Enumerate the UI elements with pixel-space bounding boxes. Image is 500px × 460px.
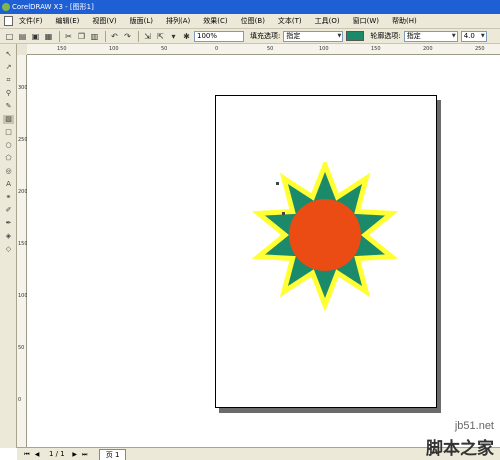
menu-tools[interactable]: 工具(O) bbox=[315, 16, 340, 26]
fill-options-select[interactable]: 指定 bbox=[283, 30, 344, 42]
document-icon[interactable] bbox=[4, 16, 13, 26]
toolbar-separator bbox=[105, 30, 106, 42]
basic-shapes-tool-icon[interactable]: ◎ bbox=[3, 167, 14, 176]
app-launcher-icon[interactable]: ▾ bbox=[168, 31, 179, 42]
shape-tool-icon[interactable]: ↗ bbox=[3, 63, 14, 72]
save-icon[interactable]: ▣ bbox=[30, 31, 41, 42]
selection-handle[interactable] bbox=[276, 182, 279, 185]
title-bar: CorelDRAW X3 - [图形1] bbox=[0, 0, 500, 14]
fill-color-swatch[interactable] bbox=[346, 31, 365, 41]
ellipse-tool-icon[interactable]: ○ bbox=[3, 141, 14, 150]
ruler-label: 250 bbox=[475, 46, 485, 52]
ruler-label: 50 bbox=[18, 345, 25, 351]
rectangle-tool-icon[interactable]: □ bbox=[3, 128, 14, 137]
star-drawing[interactable] bbox=[250, 162, 400, 312]
new-document-icon[interactable]: □ bbox=[4, 31, 15, 42]
menu-arrange[interactable]: 排列(A) bbox=[166, 16, 190, 26]
fill-tool-icon[interactable]: ◈ bbox=[3, 232, 14, 241]
pick-tool-icon[interactable]: ↖ bbox=[3, 50, 14, 59]
smart-fill-tool-icon[interactable]: ▧ bbox=[3, 115, 14, 124]
ruler-label: 0 bbox=[215, 46, 219, 52]
previous-page-icon[interactable]: ◀ bbox=[33, 450, 41, 459]
toolbar-separator bbox=[138, 30, 139, 42]
standard-toolbar: □ ▤ ▣ ▦ ✂ ❐ ▥ ↶ ↷ ⇲ ⇱ ▾ ✱ 100% 填充选项: 指定 … bbox=[0, 29, 500, 44]
menu-edit[interactable]: 编辑(E) bbox=[56, 16, 80, 26]
ruler-label: 100 bbox=[319, 46, 329, 52]
first-page-icon[interactable]: ⏮ bbox=[23, 450, 31, 459]
text-tool-icon[interactable]: A bbox=[3, 180, 14, 189]
redo-icon[interactable]: ↷ bbox=[122, 31, 133, 42]
menu-help[interactable]: 帮助(H) bbox=[392, 16, 417, 26]
outline-options-select[interactable]: 指定 bbox=[403, 30, 458, 42]
undo-icon[interactable]: ↶ bbox=[109, 31, 120, 42]
polygon-tool-icon[interactable]: ⬠ bbox=[3, 154, 14, 163]
menu-effects[interactable]: 效果(C) bbox=[203, 16, 227, 26]
print-icon[interactable]: ▦ bbox=[43, 31, 54, 42]
menu-view[interactable]: 视图(V) bbox=[92, 16, 116, 26]
toolbox: ↖ ↗ ⌗ ⚲ ✎ ▧ □ ○ ⬠ ◎ A ⚭ ✐ ✒ ◈ ◇ bbox=[0, 44, 17, 448]
page-tab[interactable]: 页 1 bbox=[98, 448, 127, 460]
menu-window[interactable]: 窗口(W) bbox=[353, 16, 379, 26]
ruler-label: 50 bbox=[161, 46, 168, 52]
outline-width-select[interactable]: 4.0 bbox=[460, 30, 487, 42]
paste-icon[interactable]: ▥ bbox=[89, 31, 100, 42]
menu-file[interactable]: 文件(F) bbox=[19, 16, 43, 26]
fill-options-label: 填充选项: bbox=[250, 32, 281, 40]
open-icon[interactable]: ▤ bbox=[17, 31, 28, 42]
toolbar-separator bbox=[59, 30, 60, 42]
crop-tool-icon[interactable]: ⌗ bbox=[3, 76, 14, 85]
zoom-tool-icon[interactable]: ⚲ bbox=[3, 89, 14, 98]
menu-bitmaps[interactable]: 位图(B) bbox=[241, 16, 265, 26]
eyedropper-tool-icon[interactable]: ✐ bbox=[3, 206, 14, 215]
last-page-icon[interactable]: ⏭ bbox=[81, 450, 89, 459]
next-page-icon[interactable]: ▶ bbox=[71, 450, 79, 459]
menu-text[interactable]: 文本(T) bbox=[278, 16, 302, 26]
ruler-label: 50 bbox=[267, 46, 274, 52]
interactive-blend-tool-icon[interactable]: ⚭ bbox=[3, 193, 14, 202]
outline-tool-icon[interactable]: ✒ bbox=[3, 219, 14, 228]
watermark: jb51.net 脚本之家 bbox=[374, 420, 494, 459]
watermark-brand: 脚本之家 bbox=[426, 439, 494, 459]
corel-online-icon[interactable]: ✱ bbox=[181, 31, 192, 42]
ruler-label: 150 bbox=[57, 46, 67, 52]
freehand-tool-icon[interactable]: ✎ bbox=[3, 102, 14, 111]
horizontal-ruler[interactable]: 150 100 50 0 50 100 150 200 250 bbox=[27, 44, 500, 55]
menu-bar: 文件(F) 编辑(E) 视图(V) 版面(L) 排列(A) 效果(C) 位图(B… bbox=[0, 14, 500, 29]
export-icon[interactable]: ⇱ bbox=[155, 31, 166, 42]
menu-layout[interactable]: 版面(L) bbox=[130, 16, 153, 26]
watermark-url: jb51.net bbox=[454, 420, 494, 432]
ruler-origin[interactable] bbox=[17, 44, 27, 55]
interactive-fill-tool-icon[interactable]: ◇ bbox=[3, 245, 14, 254]
ruler-label: 0 bbox=[18, 397, 22, 403]
import-icon[interactable]: ⇲ bbox=[142, 31, 153, 42]
ruler-label: 100 bbox=[109, 46, 119, 52]
ruler-label: 150 bbox=[371, 46, 381, 52]
zoom-level-select[interactable]: 100% bbox=[194, 30, 244, 42]
copy-icon[interactable]: ❐ bbox=[76, 31, 87, 42]
vertical-ruler[interactable]: 300 250 200 150 100 50 0 bbox=[17, 55, 28, 447]
coreldraw-app-icon bbox=[2, 3, 10, 11]
cut-icon[interactable]: ✂ bbox=[63, 31, 74, 42]
selection-handle[interactable] bbox=[282, 212, 285, 215]
window-title: CorelDRAW X3 - [图形1] bbox=[12, 3, 94, 11]
page-indicator: 1 / 1 bbox=[49, 450, 65, 458]
sun-circle[interactable] bbox=[289, 199, 361, 271]
ruler-label: 200 bbox=[423, 46, 433, 52]
outline-options-label: 轮廓选项: bbox=[370, 32, 401, 40]
